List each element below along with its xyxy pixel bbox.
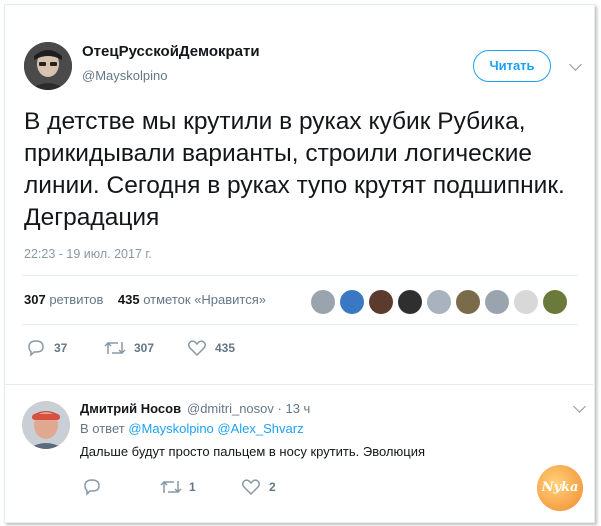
mention-link[interactable]: @Alex_Shvarz: [217, 421, 303, 436]
reply-time[interactable]: · 13 ч: [278, 401, 311, 416]
retweet-icon: [104, 341, 126, 355]
author-avatar-image: [24, 42, 72, 90]
reply-prefix: В ответ: [80, 421, 125, 436]
reply-author-name[interactable]: Дмитрий Носов: [80, 401, 181, 416]
author-name[interactable]: ОтецРусскойДемократи: [82, 43, 260, 60]
reply-like-action[interactable]: [241, 478, 261, 501]
liker-avatar-3[interactable]: [369, 290, 393, 314]
watermark-logo: Nyka: [537, 465, 583, 511]
reply-author-meta: @dmitri_nosov · 13 ч: [187, 401, 310, 416]
like-action[interactable]: [187, 339, 207, 362]
heart-icon: [187, 340, 207, 357]
divider: [22, 324, 578, 325]
tweet-text: В детстве мы крутили в руках кубик Рубик…: [24, 108, 565, 231]
divider: [5, 384, 593, 385]
liker-avatar-7[interactable]: [485, 290, 509, 314]
reply-retweet-action[interactable]: [160, 478, 182, 501]
reply-action[interactable]: [26, 339, 46, 362]
reply-author-avatar[interactable]: [22, 401, 70, 449]
reply-icon: [28, 340, 44, 357]
author-handle[interactable]: @Mayskolpino: [82, 68, 167, 83]
likes-label[interactable]: отметок «Нравится»: [143, 292, 266, 307]
liker-avatar-8[interactable]: [514, 290, 538, 314]
liker-avatar-5[interactable]: [427, 290, 451, 314]
liker-avatar-6[interactable]: [456, 290, 480, 314]
likes-count[interactable]: 435: [118, 292, 140, 307]
liker-avatar-2[interactable]: [340, 290, 364, 314]
tweet-timestamp[interactable]: 22:23 - 19 июл. 2017 г.: [24, 247, 152, 261]
reply-icon: [84, 479, 100, 496]
reply-retweet-count: 1: [189, 480, 196, 494]
retweet-count: 307: [134, 341, 155, 355]
liker-avatar-4[interactable]: [398, 290, 422, 314]
liker-avatar-9[interactable]: [543, 290, 567, 314]
like-count: 435: [215, 341, 236, 355]
mention-link[interactable]: @Mayskolpino: [128, 421, 213, 436]
reply-reply-action[interactable]: [82, 478, 102, 501]
retweets-count[interactable]: 307: [24, 292, 46, 307]
retweets-label[interactable]: ретвитов: [49, 292, 103, 307]
reply-author-handle[interactable]: @dmitri_nosov: [187, 401, 274, 416]
liker-avatar-1[interactable]: [311, 290, 335, 314]
reply-author-avatar-image: [22, 401, 70, 449]
reply-count: 37: [54, 341, 68, 355]
heart-icon: [241, 479, 261, 496]
reply-like-count: 2: [269, 480, 276, 494]
retweet-icon: [160, 480, 182, 494]
follow-button[interactable]: Читать: [473, 50, 551, 82]
retweet-action[interactable]: [104, 339, 126, 362]
tweet-stats: 307 ретвитов 435 отметок «Нравится»: [24, 292, 266, 307]
divider: [22, 275, 578, 276]
reply-context: В ответ @Mayskolpino @Alex_Shvarz: [80, 421, 304, 436]
author-avatar[interactable]: [24, 42, 72, 90]
reply-text: Дальше будут просто пальцем в носу крути…: [80, 444, 426, 459]
